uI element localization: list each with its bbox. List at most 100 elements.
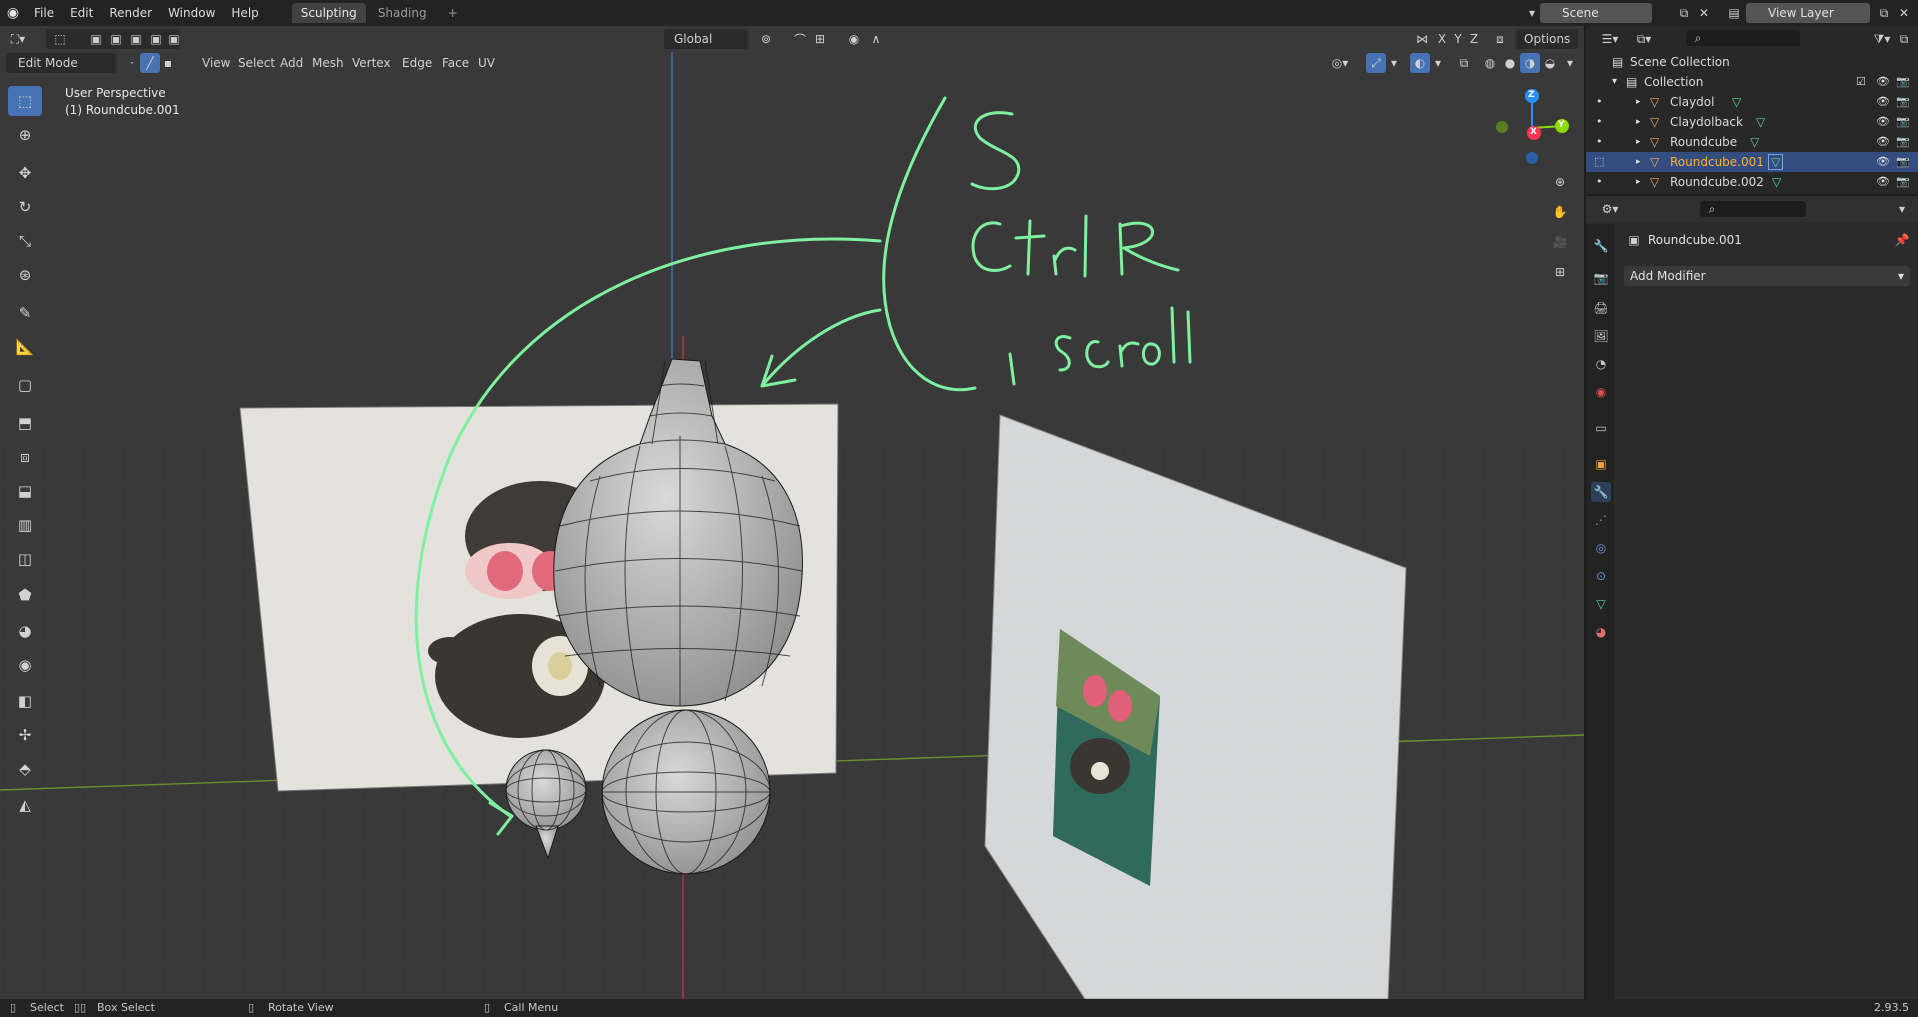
menu-render[interactable]: Render [101, 0, 160, 26]
pivot-icon[interactable]: ⊚ [756, 29, 776, 49]
shading-solid-icon[interactable]: ● [1500, 53, 1520, 73]
menu-edit[interactable]: Edit [62, 0, 101, 26]
transform-tool-icon[interactable]: ⊛ [8, 260, 42, 290]
render-tab-icon[interactable]: 📷 [1591, 268, 1611, 288]
menu-vertex[interactable]: Vertex [346, 53, 397, 73]
loop-cut-tool-icon[interactable]: ▥ [8, 510, 42, 540]
view-layer-tab-icon[interactable]: 🖼 [1591, 326, 1611, 346]
outliner-scene-collection[interactable]: ▤ Scene Collection [1586, 52, 1918, 72]
particles-tab-icon[interactable]: ⋰ [1591, 510, 1611, 530]
auto-merge-icon[interactable]: ⧈ [1490, 29, 1510, 49]
editor-type-icon[interactable]: ⛶▾ [8, 29, 28, 49]
smooth-tool-icon[interactable]: ◉ [8, 650, 42, 680]
menu-view[interactable]: View [196, 53, 236, 73]
constraints-tab-icon[interactable]: ⊙ [1591, 566, 1611, 586]
pin-icon[interactable]: 📌 [1892, 230, 1912, 250]
properties-options-icon[interactable]: ▾ [1892, 199, 1912, 219]
eye-icon[interactable]: 👁 [1876, 92, 1890, 112]
mirror-z-toggle[interactable]: Z [1464, 29, 1484, 49]
collection-tab-icon[interactable]: ▭ [1591, 418, 1611, 438]
scale-tool-icon[interactable]: ⤡ [8, 226, 42, 256]
inset-tool-icon[interactable]: ⧈ [8, 442, 42, 472]
scene-tab-icon[interactable]: ◔ [1591, 354, 1611, 374]
expand-icon[interactable]: ▸ [1636, 132, 1641, 152]
expand-icon[interactable]: ▸ [1636, 172, 1641, 192]
output-tab-icon[interactable]: 🖨 [1591, 298, 1611, 318]
menu-uv[interactable]: UV [472, 53, 501, 73]
knife-tool-icon[interactable]: ◫ [8, 544, 42, 574]
data-tab-icon[interactable]: ▽ [1591, 594, 1611, 614]
menu-help[interactable]: Help [223, 0, 266, 26]
camera-icon[interactable]: 📷 [1896, 92, 1910, 112]
camera-icon[interactable]: 📷 [1896, 72, 1910, 92]
expand-icon[interactable]: ▸ [1636, 112, 1641, 132]
select-invert-icon[interactable]: ▣ [146, 29, 166, 49]
filter-icon[interactable]: ⧩▾ [1872, 29, 1892, 49]
eye-icon[interactable]: 👁 [1876, 172, 1890, 192]
edge-select-icon[interactable]: ╱ [140, 53, 160, 73]
eye-icon[interactable]: 👁 [1876, 72, 1890, 92]
select-subtract-icon[interactable]: ▣ [126, 29, 146, 49]
material-tab-icon[interactable]: ◕ [1591, 622, 1611, 642]
shading-material-icon[interactable]: ◑ [1520, 53, 1540, 73]
collection-checkbox[interactable]: ☑ [1856, 72, 1866, 92]
outliner-collection[interactable]: ▾ ▤ Collection ☑ 👁 📷 [1586, 72, 1918, 92]
new-collection-icon[interactable]: ⧉ [1894, 29, 1914, 49]
display-mode-icon[interactable]: ⧉▾ [1634, 29, 1654, 49]
shear-tool-icon[interactable]: ⬘ [8, 754, 42, 784]
world-tab-icon[interactable]: ◉ [1591, 382, 1611, 402]
snap-icon[interactable]: ⌒ [790, 29, 810, 49]
camera-icon[interactable]: 📷 [1896, 112, 1910, 132]
scene-icon[interactable]: ▾ [1522, 3, 1542, 23]
tab-sculpting[interactable]: Sculpting [291, 3, 366, 23]
edit-mode-icon[interactable]: ⬚ [1594, 152, 1604, 172]
spin-tool-icon[interactable]: ◕ [8, 616, 42, 646]
delete-scene-icon[interactable]: ✕ [1694, 3, 1714, 23]
physics-tab-icon[interactable]: ◎ [1591, 538, 1611, 558]
object-tab-icon[interactable]: ▣ [1591, 454, 1611, 474]
select-extend-icon[interactable]: ▣ [106, 29, 126, 49]
outliner-item-claydol[interactable]: • ▸ ▽ Claydol ▽ 👁 📷 [1586, 92, 1918, 112]
pan-hand-icon[interactable]: ✋ [1550, 202, 1570, 222]
gizmo-dropdown-icon[interactable]: ▾ [1384, 53, 1404, 73]
move-tool-icon[interactable]: ✥ [8, 158, 42, 188]
view-layer-icon[interactable]: ▤ [1724, 3, 1744, 23]
add-workspace-button[interactable]: + [439, 3, 467, 23]
select-new-icon[interactable]: ▣ [86, 29, 106, 49]
mode-dropdown[interactable]: Edit Mode [12, 53, 84, 73]
cursor-tool-icon[interactable]: ⊕ [8, 120, 42, 150]
menu-face[interactable]: Face [436, 53, 475, 73]
outliner-item-claydolback[interactable]: • ▸ ▽ Claydolback ▽ 👁 📷 [1586, 112, 1918, 132]
add-cube-tool-icon[interactable]: ▢ [8, 370, 42, 400]
vertex-select-icon[interactable]: ⋅ [122, 53, 142, 73]
menu-mesh[interactable]: Mesh [306, 53, 350, 73]
mirror-icon[interactable]: ⋈ [1412, 29, 1432, 49]
visibility-icon[interactable]: ◎▾ [1330, 53, 1350, 73]
outliner-item-roundcube[interactable]: • ▸ ▽ Roundcube ▽ 👁 📷 [1586, 132, 1918, 152]
view-layer-field[interactable]: View Layer [1746, 3, 1870, 23]
orientation-dropdown[interactable]: Global [668, 29, 718, 49]
scene-field[interactable]: Scene [1540, 3, 1652, 23]
outliner-item-roundcube-001[interactable]: ⬚ ▸ ▽ Roundcube.001 ▽ 👁 📷 [1586, 152, 1918, 172]
menu-window[interactable]: Window [160, 0, 223, 26]
camera-icon[interactable]: 📷 [1896, 132, 1910, 152]
menu-edge[interactable]: Edge [396, 53, 438, 73]
select-box-tool-icon[interactable]: ⬚ [8, 86, 42, 116]
ortho-toggle-icon[interactable]: ⊞ [1550, 262, 1570, 282]
properties-editor-icon[interactable]: ⚙▾ [1600, 199, 1620, 219]
outliner-item-roundcube-002[interactable]: • ▸ ▽ Roundcube.002 ▽ 👁 📷 [1586, 172, 1918, 192]
camera-icon[interactable]: 📷 [1896, 172, 1910, 192]
xray-icon[interactable]: ⧉ [1454, 53, 1474, 73]
eye-icon[interactable]: 👁 [1876, 152, 1890, 172]
expand-icon[interactable]: ▸ [1636, 152, 1641, 172]
tab-shading[interactable]: Shading [369, 3, 436, 23]
eye-icon[interactable]: 👁 [1876, 112, 1890, 132]
poly-build-tool-icon[interactable]: ⬟ [8, 580, 42, 610]
delete-view-layer-icon[interactable]: ✕ [1894, 3, 1914, 23]
face-select-icon[interactable]: ▪ [158, 53, 178, 73]
menu-add[interactable]: Add [274, 53, 309, 73]
modifier-tab-icon[interactable]: 🔧 [1591, 482, 1611, 502]
3d-viewport[interactable] [0, 26, 1584, 999]
add-modifier-dropdown[interactable]: Add Modifier ▾ [1624, 266, 1910, 286]
tool-tab-icon[interactable]: 🔧 [1591, 236, 1611, 256]
